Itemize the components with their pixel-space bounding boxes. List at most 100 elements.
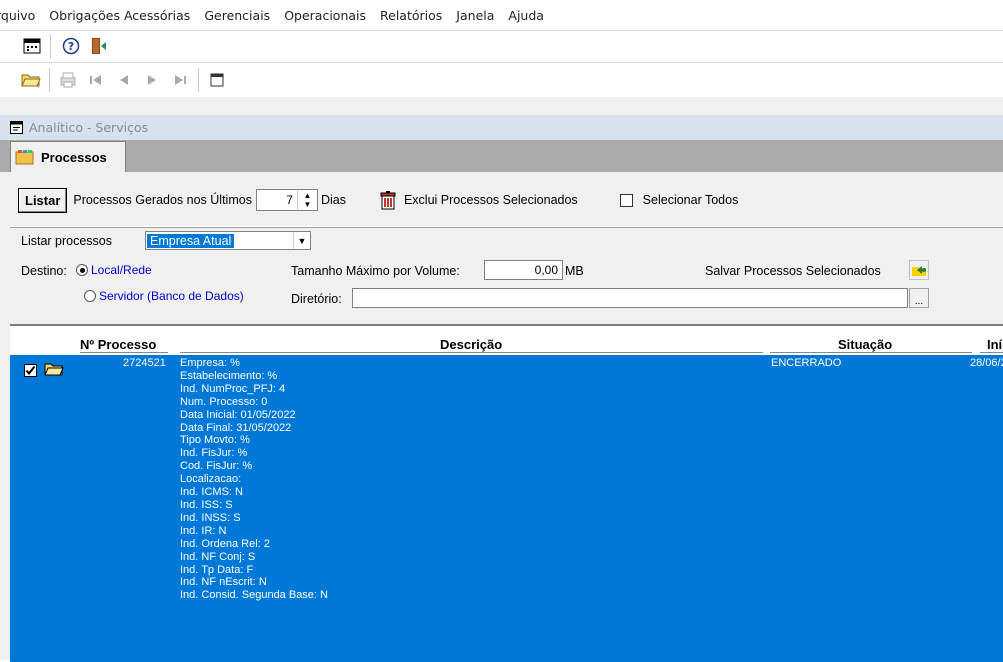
spin-up-icon[interactable]: ▲ xyxy=(303,191,311,200)
tamanho-unit: MB xyxy=(565,264,584,278)
col-situacao[interactable]: Situação xyxy=(838,332,892,352)
description-line: Ind. Tp Data: F xyxy=(180,563,254,576)
trash-icon[interactable] xyxy=(378,189,398,211)
description-line: Ind. NF nEscrit: N xyxy=(180,576,267,589)
first-record-icon[interactable] xyxy=(84,68,108,92)
divider xyxy=(0,62,1003,63)
menu-operacionais[interactable]: Operacionais xyxy=(284,8,366,23)
list-controls-row: Listar Processos Gerados nos Últimos 7 ▲… xyxy=(10,182,1003,218)
selecionar-todos-label: Selecionar Todos xyxy=(642,193,739,207)
description-line: Ind. ISS: S xyxy=(180,498,233,511)
help-icon[interactable]: ? xyxy=(59,34,83,58)
last-record-icon[interactable] xyxy=(168,68,192,92)
process-description: Empresa: % Estabelecimento: % Ind. NumProc… xyxy=(180,357,328,602)
dias-value: 7 xyxy=(286,193,293,207)
processes-icon xyxy=(15,150,34,165)
menu-obrigacoes[interactable]: Obrigações Acessórias xyxy=(49,8,190,23)
spin-down-icon[interactable]: ▼ xyxy=(303,200,311,209)
process-number: 2724521 xyxy=(123,357,166,369)
filter-panel: Listar processos Empresa Atual ▼ Destino… xyxy=(10,226,1003,316)
description-line: Ind. INSS: S xyxy=(180,511,241,524)
gerados-label: Processos Gerados nos Últimos xyxy=(73,193,252,207)
col-numero[interactable]: Nº Processo xyxy=(80,332,156,352)
next-record-icon[interactable] xyxy=(140,68,164,92)
description-line: Data Inicial: 01/05/2022 xyxy=(180,408,296,421)
open-folder-icon[interactable] xyxy=(44,361,64,380)
description-line: Localizacao: xyxy=(180,473,242,486)
open-folder-icon[interactable] xyxy=(19,68,43,92)
exit-door-icon[interactable] xyxy=(87,34,111,58)
toolbar-navigation xyxy=(0,64,1003,95)
description-line: Data Final: 31/05/2022 xyxy=(180,421,292,434)
menu-gerenciais[interactable]: Gerenciais xyxy=(204,8,270,23)
dias-spinner[interactable]: 7 ▲ ▼ xyxy=(255,189,318,211)
listar-processos-label: Listar processos xyxy=(21,234,113,248)
print-icon[interactable] xyxy=(56,68,80,92)
radio-local-icon[interactable] xyxy=(76,264,88,276)
description-line: Ind. Ordena Rel: 2 xyxy=(180,537,270,550)
salvar-label: Salvar Processos Selecionados xyxy=(705,264,881,278)
listar-processos-select[interactable]: Empresa Atual ▼ xyxy=(145,231,311,250)
spinner-arrows[interactable]: ▲ ▼ xyxy=(296,190,317,210)
toolbar-separator xyxy=(50,34,51,58)
row-checkbox[interactable] xyxy=(24,364,37,377)
process-start: 28/06/2 xyxy=(970,357,1003,369)
description-line: Ind. ICMS: N xyxy=(180,486,243,499)
description-line: Empresa: % xyxy=(180,357,240,369)
report-window-icon xyxy=(10,121,23,134)
select-value: Empresa Atual xyxy=(147,233,235,248)
radio-servidor-label: Servidor (Banco de Dados) xyxy=(99,289,244,303)
menu-bar: rquivo Obrigações Acessórias Gerenciais … xyxy=(0,0,1003,30)
table-row[interactable]: 2724521 Empresa: % Estabelecimento: % Ind.… xyxy=(10,355,1003,662)
radio-servidor-icon[interactable] xyxy=(84,290,96,302)
window-title: Analítico - Serviços xyxy=(29,120,149,135)
diretorio-label: Diretório: xyxy=(291,292,342,306)
child-window-titlebar: Analítico - Serviços xyxy=(0,115,1003,140)
radio-local-rede[interactable]: Local/Rede xyxy=(76,263,152,277)
tamanho-input[interactable]: 0,00 xyxy=(484,260,563,280)
col-underline xyxy=(80,352,168,353)
exclui-label[interactable]: Exclui Processos Selecionados xyxy=(404,193,578,207)
menu-arquivo[interactable]: rquivo xyxy=(0,8,35,23)
description-line: Ind. IR: N xyxy=(180,524,227,537)
browse-button[interactable]: ... xyxy=(909,288,929,308)
listar-button[interactable]: Listar xyxy=(18,187,68,213)
toolbar-separator xyxy=(49,67,50,92)
col-underline xyxy=(770,352,972,353)
previous-record-icon[interactable] xyxy=(112,68,136,92)
tamanho-value: 0,00 xyxy=(534,263,558,277)
col-underline xyxy=(180,352,763,353)
menu-ajuda[interactable]: Ajuda xyxy=(508,8,544,23)
selecionar-todos-checkbox[interactable] xyxy=(619,193,633,207)
description-line: Num. Processo: 0 xyxy=(180,395,268,408)
tamanho-label: Tamanho Máximo por Volume: xyxy=(291,264,460,278)
svg-text:?: ? xyxy=(68,40,74,53)
col-descricao[interactable]: Descrição xyxy=(440,332,502,352)
description-line: Ind. Consid. Segunda Base: N xyxy=(180,589,328,602)
radio-local-label: Local/Rede xyxy=(91,263,152,277)
col-inicio[interactable]: Iní xyxy=(987,332,1002,352)
window-icon[interactable] xyxy=(205,68,229,92)
description-line: Estabelecimento: % xyxy=(180,369,278,382)
description-line: Tipo Movto: % xyxy=(180,434,250,447)
radio-servidor[interactable]: Servidor (Banco de Dados) xyxy=(84,289,244,303)
toolbar-separator xyxy=(198,67,199,92)
dias-label: Dias xyxy=(320,193,346,207)
tab-processos[interactable]: Processos xyxy=(10,141,126,172)
destino-label: Destino: xyxy=(21,264,67,278)
description-line: Ind. FisJur: % xyxy=(180,447,248,460)
description-line: Ind. NumProc_PFJ: 4 xyxy=(180,382,286,395)
menu-janela[interactable]: Janela xyxy=(456,8,494,23)
col-underline xyxy=(980,352,1003,353)
process-grid: Nº Processo Descrição Situação Iní 27245… xyxy=(10,324,1003,662)
description-line: Cod. FisJur: % xyxy=(180,460,253,473)
chevron-down-icon[interactable]: ▼ xyxy=(293,232,310,249)
menu-relatorios[interactable]: Relatórios xyxy=(380,8,442,23)
calendar-icon[interactable] xyxy=(20,34,44,58)
tab-label: Processos xyxy=(41,149,107,165)
salvar-icon[interactable] xyxy=(909,260,929,280)
diretorio-input[interactable] xyxy=(352,288,908,308)
toolbar-main: ? xyxy=(0,31,1003,61)
process-status: ENCERRADO xyxy=(771,357,842,369)
tab-strip: Processos xyxy=(0,140,1003,172)
